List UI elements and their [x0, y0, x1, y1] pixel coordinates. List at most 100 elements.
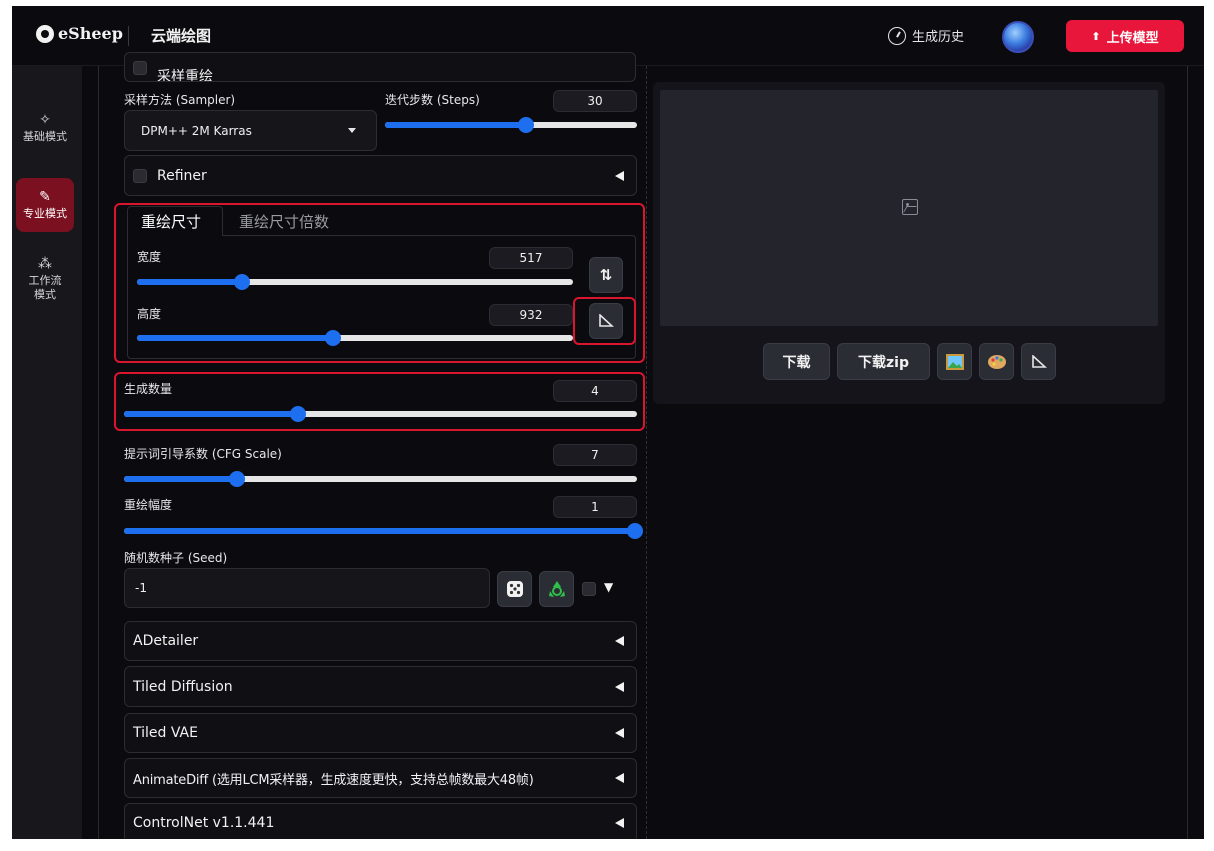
accordion-label: ControlNet v1.1.441: [133, 815, 275, 831]
send-to-extras-button[interactable]: [1021, 343, 1056, 380]
slider-thumb[interactable]: [228, 471, 245, 487]
chevron-down-icon: [348, 128, 356, 133]
seed-value: -1: [135, 581, 147, 595]
accordion-label: Refiner: [157, 167, 207, 184]
reuse-seed-button[interactable]: [539, 571, 574, 607]
triangle-ruler-icon: [599, 314, 614, 327]
seed-label: 随机数种子 (Seed): [124, 551, 228, 565]
slider-thumb[interactable]: [518, 117, 535, 133]
tab-resize[interactable]: 重绘尺寸: [141, 211, 201, 232]
denoise-input[interactable]: 1: [553, 496, 637, 518]
history-button[interactable]: 生成历史: [888, 26, 964, 45]
batch-count-slider[interactable]: [124, 406, 637, 422]
swap-icon: ⇅: [599, 266, 613, 284]
sidebar-item-pro[interactable]: ✎ 专业模式: [16, 178, 74, 232]
download-button[interactable]: 下载: [763, 343, 830, 380]
checkbox[interactable]: [133, 61, 147, 75]
sidebar-item-workflow[interactable]: ⁂ 工作流模式: [16, 248, 74, 310]
slider-thumb[interactable]: [325, 330, 342, 346]
aspect-ratio-button[interactable]: [589, 303, 623, 339]
avatar[interactable]: [1002, 21, 1034, 53]
height-label: 高度: [137, 307, 162, 321]
steps-input[interactable]: 30: [553, 90, 637, 112]
denoise-slider[interactable]: [124, 523, 643, 539]
sparkle-icon: ✧: [39, 111, 51, 128]
sampler-value: DPM++ 2M Karras: [141, 123, 252, 138]
batch-count-input[interactable]: 4: [553, 380, 637, 402]
collapse-arrow-icon: [615, 681, 624, 692]
accordion-tiled-vae[interactable]: Tiled VAE: [124, 713, 637, 753]
cfg-input[interactable]: 7: [553, 444, 637, 466]
dice-icon: [506, 581, 523, 597]
workflow-icon: ⁂: [38, 255, 52, 272]
cfg-slider[interactable]: [124, 471, 637, 487]
tab-resize-scale[interactable]: 重绘尺寸倍数: [239, 211, 329, 232]
send-to-img2img-button[interactable]: [937, 343, 972, 380]
random-seed-button[interactable]: [497, 571, 532, 607]
denoise-label: 重绘幅度: [124, 498, 173, 512]
sidebar-item-basic[interactable]: ✧ 基础模式: [16, 102, 74, 154]
sidebar-item-label: 工作流模式: [28, 273, 62, 301]
cfg-label: 提示词引导系数 (CFG Scale): [124, 447, 282, 461]
width-input[interactable]: 517: [489, 247, 573, 269]
accordion-refiner[interactable]: Refiner: [124, 155, 637, 196]
upload-icon: ⬆: [1091, 29, 1101, 43]
picture-icon: [945, 353, 964, 370]
slider-fill: [385, 122, 527, 128]
upload-model-button[interactable]: ⬆ 上传模型: [1066, 20, 1184, 52]
sidebar: ✧ 基础模式 ✎ 专业模式 ⁂ 工作流模式: [12, 66, 82, 839]
palette-icon: [987, 354, 1006, 369]
brush-icon: ✎: [39, 188, 51, 205]
collapse-arrow-icon: [615, 728, 624, 738]
accordion-tiled-diffusion[interactable]: Tiled Diffusion: [124, 666, 637, 707]
column-divider: [646, 66, 647, 839]
app-window: eSheep 云端绘图 生成历史 ⬆ 上传模型 ✧ 基础模式 ✎ 专业模式 ⁂ …: [12, 6, 1204, 839]
accordion-label: ADetailer: [133, 633, 199, 649]
slider-fill: [124, 476, 237, 482]
download-zip-button[interactable]: 下载zip: [837, 343, 930, 380]
slider-fill: [137, 279, 242, 285]
accordion-adetailer[interactable]: ADetailer: [124, 621, 637, 661]
slider-fill: [124, 411, 299, 417]
logo-text: eSheep: [58, 24, 123, 43]
sampler-select[interactable]: DPM++ 2M Karras: [124, 110, 377, 151]
seed-extra-toggle[interactable]: ▼: [604, 580, 613, 594]
logo[interactable]: eSheep: [36, 24, 123, 43]
accordion-animatediff[interactable]: AnimateDiff (选用LCM采样器，生成速度更快，支持总帧数最大48帧): [124, 758, 637, 798]
slider-thumb[interactable]: [627, 523, 643, 539]
image-placeholder-icon: [902, 199, 918, 215]
history-label: 生成历史: [912, 30, 965, 45]
sidebar-item-label: 基础模式: [23, 129, 67, 143]
refiner-checkbox[interactable]: [133, 168, 147, 183]
accordion-cut[interactable]: 采样重绘: [124, 52, 636, 82]
seed-extra-checkbox[interactable]: [582, 582, 596, 596]
sheep-logo-icon: [36, 24, 54, 43]
sidebar-item-label: 专业模式: [23, 206, 67, 220]
sampler-label: 采样方法 (Sampler): [124, 93, 236, 107]
seed-input[interactable]: -1: [124, 568, 490, 608]
batch-count-label: 生成数量: [124, 382, 173, 396]
slider-fill: [137, 335, 334, 341]
collapse-arrow-icon: [615, 818, 624, 828]
accordion-label: 采样重绘: [157, 69, 213, 82]
slider-thumb[interactable]: [290, 406, 307, 422]
steps-slider[interactable]: [385, 117, 637, 133]
accordion-controlnet[interactable]: ControlNet v1.1.441: [124, 803, 637, 839]
upload-label: 上传模型: [1106, 30, 1159, 46]
slider-thumb[interactable]: [233, 274, 250, 290]
header-divider: [128, 26, 129, 46]
collapse-arrow-icon: [615, 636, 624, 646]
steps-label: 迭代步数 (Steps): [385, 93, 480, 107]
height-slider[interactable]: [137, 330, 573, 346]
width-slider[interactable]: [137, 274, 573, 290]
accordion-label: AnimateDiff (选用LCM采样器，生成速度更快，支持总帧数最大48帧): [133, 772, 534, 788]
page-title: 云端绘图: [151, 27, 212, 45]
accordion-label: Tiled VAE: [133, 725, 198, 741]
height-input[interactable]: 932: [489, 304, 573, 326]
recycle-icon: [548, 581, 565, 597]
slider-fill: [124, 528, 637, 534]
collapse-arrow-icon: [615, 170, 624, 181]
send-to-inpaint-button[interactable]: [979, 343, 1014, 380]
swap-dimensions-button[interactable]: ⇅: [589, 257, 623, 293]
width-label: 宽度: [137, 250, 162, 264]
